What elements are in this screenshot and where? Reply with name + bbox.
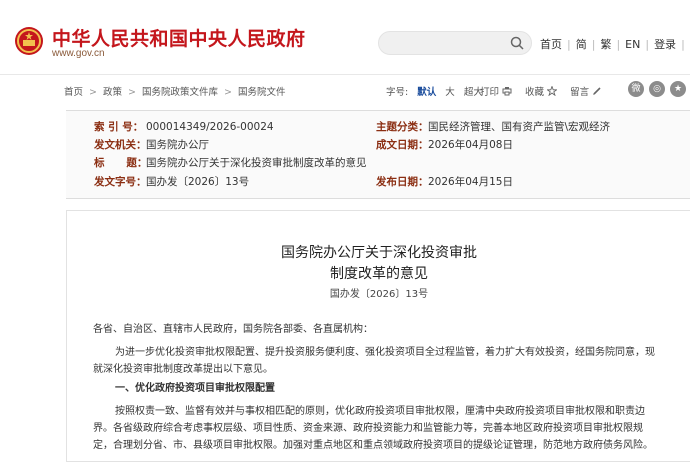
meta-docno-row: 发文字号：国办发〔2026〕13号 <box>94 172 249 192</box>
meta-title-value: 国务院办公厅关于深化投资审批制度改革的意见 <box>146 157 367 169</box>
article-title-line-2: 制度改革的意见 <box>67 264 690 285</box>
section-heading: 一、优化政府投资项目审批权限配置 <box>93 380 659 397</box>
nav-english-link[interactable]: EN <box>625 38 640 51</box>
meta-created-row: 成文日期：2026年04月08日 <box>376 135 513 155</box>
search-icon[interactable] <box>509 35 525 51</box>
article-body: 国务院办公厅关于深化投资审批 制度改革的意见 国办发〔2026〕13号 各省、自… <box>66 210 690 462</box>
nav-divider: | <box>567 38 571 51</box>
nav-divider: | <box>592 38 596 51</box>
print-button[interactable]: 打印 <box>480 87 512 98</box>
site-header: 中华人民共和国中央人民政府 www.gov.cn 首页|简|繁|EN|登录|邮箱 <box>0 0 690 74</box>
meta-topic-label: 主题分类： <box>376 117 428 137</box>
nav-login-link[interactable]: 登录 <box>654 38 676 51</box>
article-doc-number: 国办发〔2026〕13号 <box>67 285 690 300</box>
font-size-label: 字号: <box>386 87 408 98</box>
meta-issuer-row: 发文机关：国务院办公厅 <box>94 135 209 155</box>
meta-topic-row: 主题分类：国民经济管理、国有资产监管\宏观经济 <box>376 117 610 137</box>
favorite-label: 收藏 <box>525 87 544 98</box>
breadcrumb-home[interactable]: 首页 <box>64 87 83 98</box>
meta-issuer-value: 国务院办公厅 <box>146 139 209 151</box>
font-size-default[interactable]: 默认 <box>417 87 436 98</box>
star-icon <box>547 86 557 96</box>
breadcrumb-policy[interactable]: 政策 <box>103 87 122 98</box>
meta-published-row: 发布日期：2026年04月15日 <box>376 172 513 192</box>
comment-button[interactable]: 留言 <box>570 87 602 98</box>
share-icons: 微 ◎ ★ <box>628 81 690 97</box>
nav-divider: | <box>645 38 649 51</box>
meta-created-label: 成文日期： <box>376 135 428 155</box>
meta-docno-label: 发文字号： <box>94 172 146 192</box>
meta-topic-value: 国民经济管理、国有资产监管\宏观经济 <box>428 121 610 133</box>
printer-icon <box>502 86 512 96</box>
search-box[interactable] <box>378 31 532 55</box>
nav-divider: | <box>616 38 620 51</box>
nav-divider: | <box>681 38 685 51</box>
breadcrumb: 首页 > 政策 > 国务院政策文件库 > 国务院文件 <box>64 84 285 98</box>
meta-index-value: 000014349/2026-00024 <box>146 121 274 133</box>
article-title-line-1: 国务院办公厅关于深化投资审批 <box>67 243 690 264</box>
meta-published-value: 2026年04月15日 <box>428 176 513 188</box>
wechat-icon[interactable]: ◎ <box>649 81 665 97</box>
nav-simplified-link[interactable]: 简 <box>576 38 587 51</box>
intro-paragraph: 为进一步优化投资审批权限配置、提升投资服务便利度、强化投资项目全过程监管，着力扩… <box>93 344 659 378</box>
article-title: 国务院办公厅关于深化投资审批 制度改革的意见 <box>67 243 690 285</box>
document-metadata: 索 引 号：000014349/2026-00024 主题分类：国民经济管理、国… <box>66 110 690 199</box>
search-input[interactable] <box>379 33 511 55</box>
site-name[interactable]: 中华人民共和国中央人民政府 <box>52 24 306 51</box>
site-url: www.gov.cn <box>52 48 105 59</box>
font-size-large[interactable]: 大 <box>445 87 455 98</box>
breadcrumb-separator: > <box>89 87 97 98</box>
breadcrumb-state-council-docs[interactable]: 国务院文件 <box>238 87 286 98</box>
top-nav: 首页|简|繁|EN|登录|邮箱 <box>540 36 690 52</box>
breadcrumb-separator: > <box>224 87 232 98</box>
meta-published-label: 发布日期： <box>376 172 428 192</box>
print-label: 打印 <box>480 87 499 98</box>
font-size-switch: 字号: 默认 大 超大 <box>386 84 489 98</box>
meta-index-row: 索 引 号：000014349/2026-00024 <box>94 117 274 137</box>
meta-created-value: 2026年04月08日 <box>428 139 513 151</box>
toolbar-row: 首页 > 政策 > 国务院政策文件库 > 国务院文件 字号: 默认 大 超大 打印 收藏 留… <box>0 82 690 100</box>
header-divider <box>0 74 690 75</box>
body-paragraph: 按照权责一致、监督有效并与事权相匹配的原则，优化政府投资项目审批权限，厘清中央政… <box>93 403 659 454</box>
article-text: 各省、自治区、直辖市人民政府，国务院各部委、各直属机构： 为进一步优化投资审批权… <box>93 321 659 454</box>
nav-home-link[interactable]: 首页 <box>540 38 562 51</box>
nav-traditional-link[interactable]: 繁 <box>600 38 611 51</box>
breadcrumb-separator: > <box>128 87 136 98</box>
salutation: 各省、自治区、直辖市人民政府，国务院各部委、各直属机构： <box>93 321 659 338</box>
national-emblem-icon[interactable] <box>14 26 44 56</box>
meta-title-label: 标 题： <box>94 153 146 173</box>
favorite-button[interactable]: 收藏 <box>525 87 557 98</box>
meta-docno-value: 国办发〔2026〕13号 <box>146 176 249 188</box>
article-actions: 打印 收藏 留言 <box>480 84 612 98</box>
meta-title-row: 标 题：国务院办公厅关于深化投资审批制度改革的意见 <box>94 153 367 173</box>
qzone-icon[interactable]: ★ <box>670 81 686 97</box>
meta-issuer-label: 发文机关： <box>94 135 146 155</box>
breadcrumb-policy-library[interactable]: 国务院政策文件库 <box>142 87 218 98</box>
weibo-icon[interactable]: 微 <box>628 81 644 97</box>
meta-index-label: 索 引 号： <box>94 117 146 137</box>
comment-label: 留言 <box>570 87 589 98</box>
pencil-icon <box>592 86 602 96</box>
